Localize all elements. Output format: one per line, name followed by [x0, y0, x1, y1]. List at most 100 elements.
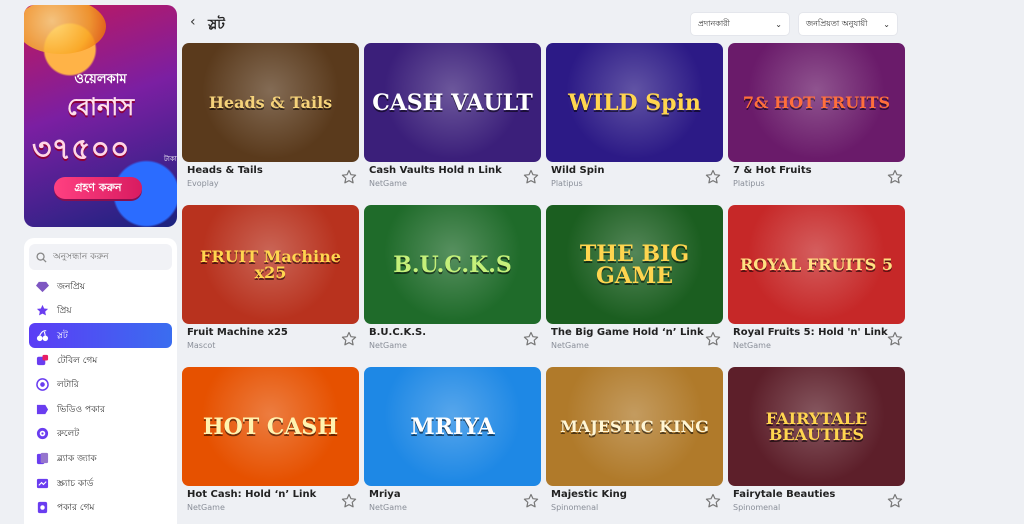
game-provider: Platipus	[551, 179, 583, 188]
game-card[interactable]: WILD Spin Wild Spin Platipus	[546, 43, 723, 188]
page-title: স্লট	[208, 17, 225, 33]
sidebar-item-4[interactable]: লটারি	[29, 372, 172, 397]
star-icon	[36, 304, 49, 317]
game-thumbnail[interactable]: THE BIG GAME	[546, 205, 723, 324]
favorite-star-icon[interactable]	[523, 331, 539, 347]
game-card[interactable]: CASH VAULT Cash Vaults Hold n Link NetGame	[364, 43, 541, 188]
game-provider: Platipus	[733, 179, 765, 188]
game-title[interactable]: Cash Vaults Hold n Link	[369, 165, 502, 176]
favorite-star-icon[interactable]	[705, 331, 721, 347]
game-provider: NetGame	[369, 341, 407, 350]
game-card[interactable]: FRUIT Machine x25 Fruit Machine x25 Mascot	[182, 205, 359, 350]
lottery-icon	[36, 378, 49, 391]
cherry-icon	[36, 329, 49, 342]
game-logo-art: WILD Spin	[568, 89, 701, 116]
top-bar: ‹ স্লট প্রদানকারী ⌄ জনপ্রিয়তা অনুযায়ী …	[190, 10, 900, 38]
game-logo-art: B.U.C.K.S	[393, 251, 512, 278]
game-title[interactable]: Wild Spin	[551, 165, 604, 176]
category-sidebar: জনপ্রিয় প্রিয় স্লট টেবিল গেম লটারি ভিডিও পক…	[24, 238, 177, 524]
scratch-card-icon	[36, 477, 49, 490]
game-card[interactable]: MRIYA Mriya NetGame	[364, 367, 541, 512]
sidebar-item-label: পকার গেম	[57, 503, 95, 514]
game-provider: NetGame	[187, 503, 225, 512]
game-thumbnail[interactable]: MRIYA	[364, 367, 541, 486]
favorite-star-icon[interactable]	[705, 169, 721, 185]
game-provider: NetGame	[551, 341, 589, 350]
favorite-star-icon[interactable]	[523, 169, 539, 185]
game-thumbnail[interactable]: Heads & Tails	[182, 43, 359, 162]
game-thumbnail[interactable]: FRUIT Machine x25	[182, 205, 359, 324]
game-provider: NetGame	[369, 179, 407, 188]
game-logo-art: FRUIT Machine x25	[200, 246, 341, 282]
sidebar-item-label: প্রিয়	[57, 306, 72, 317]
game-logo-art: HOT CASH	[202, 413, 339, 440]
game-title[interactable]: Fairytale Beauties	[733, 489, 835, 500]
sidebar-item-label: ব্ল্যাক জ্যাক	[57, 453, 97, 464]
game-card[interactable]: Heads & Tails Heads & Tails Evoplay	[182, 43, 359, 188]
game-thumbnail[interactable]: CASH VAULT	[364, 43, 541, 162]
game-thumbnail[interactable]: WILD Spin	[546, 43, 723, 162]
game-logo-art: THE BIG GAME	[579, 240, 690, 289]
game-title[interactable]: 7 & Hot Fruits	[733, 165, 812, 176]
search-box[interactable]	[29, 244, 172, 270]
game-provider: Spinomenal	[733, 503, 781, 512]
game-title[interactable]: Fruit Machine x25	[187, 327, 288, 338]
diamond-icon	[36, 280, 49, 293]
sidebar-item-1[interactable]: প্রিয়	[29, 299, 172, 324]
claim-bonus-button[interactable]: গ্রহণ করুন	[54, 177, 142, 199]
sidebar-item-label: স্লট	[57, 330, 68, 341]
favorite-star-icon[interactable]	[887, 493, 903, 509]
sidebar-item-label: লটারি	[57, 380, 79, 391]
poker-icon	[36, 501, 49, 514]
sidebar-item-label: জনপ্রিয়	[57, 281, 86, 292]
game-card[interactable]: ROYAL FRUITS 5 Royal Fruits 5: Hold 'n' L…	[728, 205, 905, 350]
game-card[interactable]: HOT CASH Hot Cash: Hold ‘n’ Link NetGame	[182, 367, 359, 512]
game-title[interactable]: The Big Game Hold ‘n’ Link	[551, 327, 704, 338]
favorite-star-icon[interactable]	[341, 493, 357, 509]
sidebar-item-9[interactable]: পকার গেম	[29, 495, 172, 520]
provider-select[interactable]: প্রদানকারী ⌄	[690, 12, 790, 36]
game-card[interactable]: THE BIG GAME The Big Game Hold ‘n’ Link Ne…	[546, 205, 723, 350]
game-thumbnail[interactable]: B.U.C.K.S	[364, 205, 541, 324]
sidebar-item-5[interactable]: ভিডিও পকার	[29, 397, 172, 422]
game-provider: Mascot	[187, 341, 216, 350]
favorite-star-icon[interactable]	[887, 169, 903, 185]
game-title[interactable]: B.U.C.K.S.	[369, 327, 426, 338]
roulette-icon	[36, 427, 49, 440]
game-thumbnail[interactable]: 7& HOT FRUITS	[728, 43, 905, 162]
game-thumbnail[interactable]: HOT CASH	[182, 367, 359, 486]
search-icon	[36, 248, 47, 267]
game-thumbnail[interactable]: FAIRYTALE BEAUTIES	[728, 367, 905, 486]
sidebar-item-2[interactable]: স্লট	[29, 323, 172, 348]
sidebar-item-7[interactable]: ব্ল্যাক জ্যাক	[29, 446, 172, 471]
game-title[interactable]: Mriya	[369, 489, 401, 500]
game-card[interactable]: MAJESTIC KING Majestic King Spinomenal	[546, 367, 723, 512]
favorite-star-icon[interactable]	[341, 169, 357, 185]
sidebar-item-3[interactable]: টেবিল গেম	[29, 348, 172, 373]
game-card[interactable]: B.U.C.K.S B.U.C.K.S. NetGame	[364, 205, 541, 350]
chevron-down-icon: ⌄	[883, 19, 890, 29]
favorite-star-icon[interactable]	[341, 331, 357, 347]
sidebar-item-8[interactable]: স্ক্র্যাচ কার্ড	[29, 471, 172, 496]
favorite-star-icon[interactable]	[705, 493, 721, 509]
game-thumbnail[interactable]: ROYAL FRUITS 5	[728, 205, 905, 324]
sort-select[interactable]: জনপ্রিয়তা অনুযায়ী ⌄	[798, 12, 898, 36]
game-card[interactable]: FAIRYTALE BEAUTIES Fairytale Beauties Spin…	[728, 367, 905, 512]
sidebar-item-label: টেবিল গেম	[57, 355, 98, 366]
sidebar-item-6[interactable]: রুলেট	[29, 422, 172, 447]
game-title[interactable]: Majestic King	[551, 489, 627, 500]
favorite-star-icon[interactable]	[523, 493, 539, 509]
search-input[interactable]	[53, 252, 163, 262]
game-logo-art: FAIRYTALE BEAUTIES	[765, 408, 868, 444]
sidebar-item-0[interactable]: জনপ্রিয়	[29, 274, 172, 299]
game-title[interactable]: Heads & Tails	[187, 165, 263, 176]
game-card[interactable]: 7& HOT FRUITS 7 & Hot Fruits Platipus	[728, 43, 905, 188]
back-chevron-icon[interactable]: ‹	[190, 14, 196, 30]
game-title[interactable]: Royal Fruits 5: Hold 'n' Link	[733, 327, 888, 338]
favorite-star-icon[interactable]	[887, 331, 903, 347]
banner-line-2: বোনাস	[66, 93, 135, 121]
sidebar-item-label: ভিডিও পকার	[57, 404, 105, 415]
welcome-bonus-banner[interactable]: ওয়েলকাম বোনাস ৩৭৫০০ টাকা গ্রহণ করুন	[24, 5, 177, 227]
game-title[interactable]: Hot Cash: Hold ‘n’ Link	[187, 489, 316, 500]
game-thumbnail[interactable]: MAJESTIC KING	[546, 367, 723, 486]
